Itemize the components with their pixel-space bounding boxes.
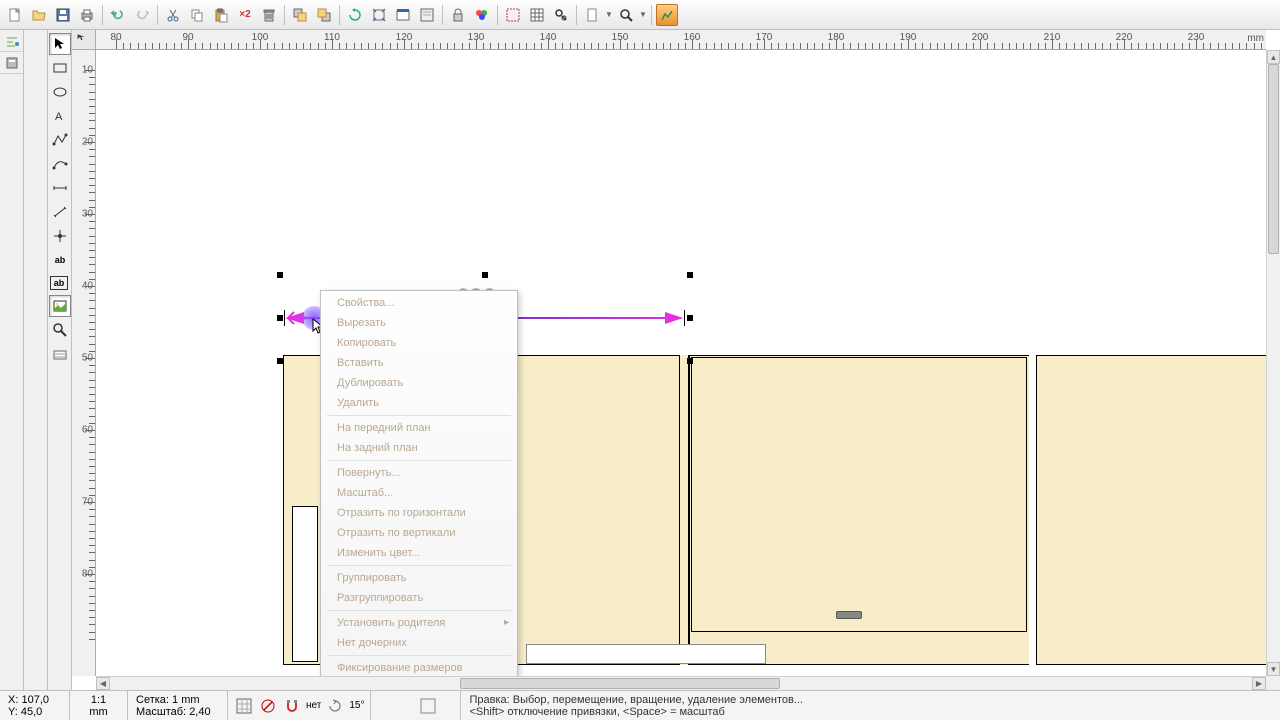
- context-menu-item[interactable]: Масштаб...: [323, 483, 515, 503]
- status-extra: [371, 691, 461, 720]
- open-file-button[interactable]: [28, 4, 50, 26]
- context-menu-item[interactable]: Изменить цвет...: [323, 543, 515, 563]
- lock-button[interactable]: [447, 4, 469, 26]
- zoom-button[interactable]: [615, 4, 637, 26]
- context-menu-item[interactable]: Фиксирование размеров: [323, 658, 515, 676]
- status-hint: Правка: Выбор, перемещение, вращение, уд…: [461, 691, 1280, 720]
- context-menu-item[interactable]: Вставить: [323, 353, 515, 373]
- zoom-tool[interactable]: [49, 319, 71, 341]
- print-button[interactable]: [76, 4, 98, 26]
- main-toolbar: ×2 ▼ ▼: [0, 0, 1280, 30]
- new-file-button[interactable]: [4, 4, 26, 26]
- context-menu-item[interactable]: Свойства...: [323, 293, 515, 313]
- magnet-icon[interactable]: [282, 696, 302, 716]
- scrollbar-horizontal[interactable]: ◀ ▶: [96, 676, 1266, 690]
- dimension-tool[interactable]: [49, 177, 71, 199]
- grid-snap-icon[interactable]: [234, 696, 254, 716]
- ruler-horizontal[interactable]: 8090100110120130140150160170180190200210…: [96, 30, 1266, 50]
- context-menu-item[interactable]: На передний план: [323, 418, 515, 438]
- text-tool[interactable]: A: [49, 105, 71, 127]
- status-coords: X: 107,0 Y: 45,0: [0, 691, 70, 720]
- rectangle-tool[interactable]: [49, 57, 71, 79]
- context-menu-item[interactable]: Разгруппировать: [323, 588, 515, 608]
- left-palette-2: [24, 30, 48, 690]
- ellipse-tool[interactable]: [49, 81, 71, 103]
- select-rect-button[interactable]: [502, 4, 524, 26]
- delete-button[interactable]: [258, 4, 280, 26]
- svg-text:A: A: [55, 111, 63, 123]
- palette-item[interactable]: [0, 52, 23, 74]
- preview-button[interactable]: [656, 4, 678, 26]
- refresh-button[interactable]: [344, 4, 366, 26]
- context-menu-item[interactable]: Дублировать: [323, 373, 515, 393]
- zoom-fit-button[interactable]: [368, 4, 390, 26]
- ruler-unit: mm: [1247, 33, 1264, 44]
- tool-column: A ab ab: [48, 30, 72, 690]
- context-menu-item[interactable]: Повернуть...: [323, 463, 515, 483]
- cabinet-panel[interactable]: [1036, 355, 1266, 665]
- polyline-tool[interactable]: [49, 129, 71, 151]
- color-button[interactable]: [471, 4, 493, 26]
- context-menu-item[interactable]: Отразить по горизонтали: [323, 503, 515, 523]
- rotate-snap-icon[interactable]: [325, 696, 345, 716]
- context-menu-item[interactable]: Отразить по вертикали: [323, 523, 515, 543]
- copy-button[interactable]: [186, 4, 208, 26]
- select-tool[interactable]: [49, 33, 71, 55]
- context-menu-item[interactable]: Группировать: [323, 568, 515, 588]
- scrollbar-vertical[interactable]: ▲ ▼: [1266, 50, 1280, 676]
- cabinet-handle: [836, 611, 862, 619]
- image-tool[interactable]: [49, 295, 71, 317]
- palette-item[interactable]: [0, 30, 23, 52]
- context-menu: Свойства...ВырезатьКопироватьВставитьДуб…: [320, 290, 518, 676]
- curve-tool[interactable]: [49, 153, 71, 175]
- x2-button[interactable]: ×2: [234, 4, 256, 26]
- ruler-vertical[interactable]: 1020304050607080: [72, 50, 96, 676]
- ruler-corner[interactable]: [72, 30, 96, 50]
- undo-button[interactable]: [107, 4, 129, 26]
- left-palette: [0, 30, 24, 690]
- cut-button[interactable]: [162, 4, 184, 26]
- save-button[interactable]: [52, 4, 74, 26]
- context-menu-item[interactable]: Установить родителя: [323, 613, 515, 633]
- context-menu-item[interactable]: Нет дочерних: [323, 633, 515, 653]
- arc-dim-tool[interactable]: [49, 201, 71, 223]
- context-menu-item[interactable]: На задний план: [323, 438, 515, 458]
- page-button[interactable]: [581, 4, 603, 26]
- paste-button[interactable]: [210, 4, 232, 26]
- center-tool[interactable]: [49, 225, 71, 247]
- cabinet-panel[interactable]: [691, 357, 1027, 632]
- context-menu-item[interactable]: Удалить: [323, 393, 515, 413]
- back-button[interactable]: [313, 4, 335, 26]
- canvas[interactable]: 630 Свойс: [96, 50, 1266, 676]
- no-snap-icon[interactable]: [258, 696, 278, 716]
- context-menu-item[interactable]: Вырезать: [323, 313, 515, 333]
- textbox-tool[interactable]: ab: [50, 276, 68, 290]
- find-button[interactable]: [550, 4, 572, 26]
- status-zoom: 1:1 mm: [70, 691, 128, 720]
- statusbar: X: 107,0 Y: 45,0 1:1 mm Сетка: 1 mm Масш…: [0, 690, 1280, 720]
- label-tool[interactable]: ab: [49, 249, 71, 271]
- redo-button[interactable]: [131, 4, 153, 26]
- zoom-window-button[interactable]: [392, 4, 414, 26]
- front-button[interactable]: [289, 4, 311, 26]
- layers-tool[interactable]: [49, 343, 71, 365]
- table-button[interactable]: [526, 4, 548, 26]
- context-menu-item[interactable]: Копировать: [323, 333, 515, 353]
- status-grid: Сетка: 1 mm Масштаб: 2,40: [128, 691, 228, 720]
- form-button[interactable]: [416, 4, 438, 26]
- status-snap-controls: нет 15°: [228, 691, 371, 720]
